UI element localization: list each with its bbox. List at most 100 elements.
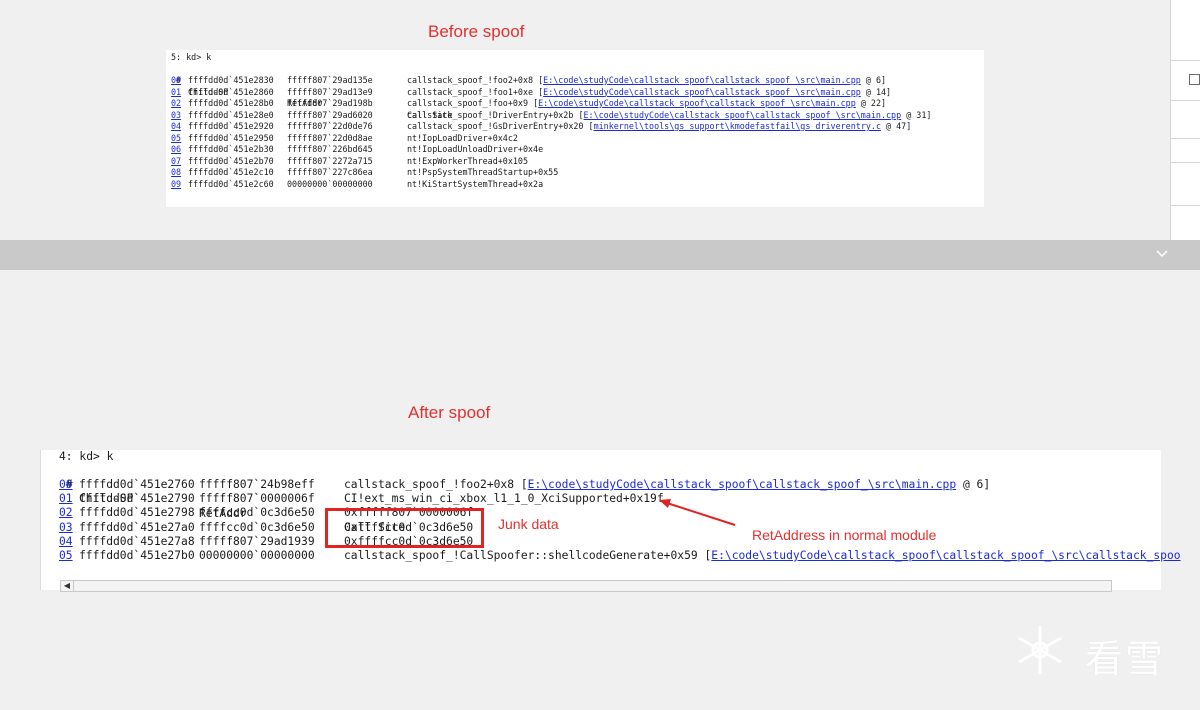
source-file-link[interactable]: E:\code\studyCode\callstack_spoof\callst… xyxy=(538,98,856,108)
child-sp-value: ffffdd0d`451e2c60 xyxy=(188,178,274,189)
source-line-number: @ 6] xyxy=(956,478,991,491)
annotation-arrow xyxy=(659,499,736,526)
call-site-cell: nt!PspSystemThreadStartup+0x55 xyxy=(407,167,558,179)
child-sp-value: ffffdd0d`451e28e0 xyxy=(188,109,274,120)
ret-addr-value: fffff807`24b98eff xyxy=(199,478,315,491)
ret-addr-value: ffffcc0d`0c3d6e50 xyxy=(199,506,315,520)
call-site-cell: callstack_spoof_!CallSpoofer::shellcodeG… xyxy=(344,549,1181,562)
frame-index-link[interactable]: 00 xyxy=(171,75,181,87)
source-line-number: @ 47] xyxy=(880,121,912,131)
ret-addr-value: fffff807`2272a715 xyxy=(287,155,373,166)
frame-index-link[interactable]: 01 xyxy=(59,492,73,506)
call-site-symbol: nt!ExpWorkerThread+0x105 xyxy=(407,155,529,166)
right-pane-strip xyxy=(1170,0,1200,240)
call-site-cell: callstack_spoof_!DriverEntry+0x2b [E:\co… xyxy=(407,109,932,120)
child-sp-value: ffffdd0d`451e2b70 xyxy=(188,155,274,166)
call-site-symbol: callstack_spoof_!CallSpoofer::shellcodeG… xyxy=(344,549,705,562)
junk-data-label: Junk data xyxy=(498,516,559,532)
frame-index-link[interactable]: 03 xyxy=(171,110,181,122)
frame-index-link[interactable]: 08 xyxy=(171,167,181,179)
ret-addr-value: fffff807`0000006f xyxy=(199,492,315,506)
source-line-number: @ 14] xyxy=(860,86,892,97)
source-file-link[interactable]: E:\code\studyCode\callstack_spoof\callst… xyxy=(583,110,901,120)
child-sp-value: ffffdd0d`451e28b0 xyxy=(188,98,274,108)
source-file-link[interactable]: E:\code\studyCode\callstack_spoof\callst… xyxy=(543,75,861,85)
call-site-symbol: CI!ext_ms_win_ci_xbox_l1_1_0_XciSupporte… xyxy=(344,492,664,506)
call-site-symbol: nt!IopLoadUnloadDriver+0x4e xyxy=(407,144,544,154)
child-sp-value: ffffdd0d`451e2798 xyxy=(79,506,195,520)
scroll-left-icon[interactable]: ◀ xyxy=(61,581,74,591)
before-spoof-callstack-panel: 5: kd> k # Child-SP RetAddr Call Site 00… xyxy=(166,50,984,207)
frame-index-link[interactable]: 07 xyxy=(171,156,181,168)
child-sp-value: ffffdd0d`451e2760 xyxy=(79,478,195,491)
source-line-number: @ 6] xyxy=(860,75,887,85)
call-site-cell: callstack_spoof_!foo2+0x8 [E:\code\study… xyxy=(407,75,887,85)
horizontal-scrollbar[interactable]: ◀ xyxy=(60,580,1112,592)
column-headers: # Child-SP RetAddr Call Site xyxy=(41,464,405,534)
child-sp-value: ffffdd0d`451e27a0 xyxy=(79,520,195,534)
frame-index-link[interactable]: 04 xyxy=(59,535,73,549)
frame-index-link[interactable]: 02 xyxy=(59,506,73,520)
call-site-symbol: nt!KiStartSystemThread+0x2a xyxy=(407,178,544,189)
call-site-symbol: nt!PspSystemThreadStartup+0x55 xyxy=(407,167,559,177)
child-sp-value: ffffdd0d`451e2920 xyxy=(188,121,274,131)
call-site-cell: nt!IopLoadDriver+0x4c2 xyxy=(407,133,518,145)
ret-addr-value: fffff807`22d0d8ae xyxy=(287,132,373,143)
source-file-link[interactable]: E:\code\studyCode\callstack_spoof\callst… xyxy=(543,87,861,97)
ret-addr-value: fffff807`29ad135e xyxy=(287,75,373,85)
child-sp-value: ffffdd0d`451e2b30 xyxy=(188,144,274,154)
debugger-prompt: 4: kd> k xyxy=(59,450,114,463)
after-spoof-callstack-panel: 4: kd> k # Child-SP RetAddr Call Site 00… xyxy=(40,450,1181,590)
source-file-link[interactable]: E:\code\studyCode\callstack_spoof\callst… xyxy=(528,478,956,491)
ret-addr-value: fffff807`29ad1939 xyxy=(199,534,315,548)
call-site-cell: callstack_spoof_!foo1+0xe [E:\code\study… xyxy=(407,86,892,97)
child-sp-value: ffffdd0d`451e2950 xyxy=(188,132,274,143)
frame-index-link[interactable]: 00 xyxy=(59,478,73,492)
call-site-cell: nt!ExpWorkerThread+0x105 xyxy=(407,156,528,168)
debugger-prompt: 5: kd> k xyxy=(171,52,212,62)
call-site-cell: CI!ext_ms_win_ci_xbox_l1_1_0_XciSupporte… xyxy=(344,492,664,506)
ret-addr-value: 00000000`00000000 xyxy=(199,549,315,562)
junk-data-highlight-box xyxy=(325,508,484,548)
call-site-symbol: nt!IopLoadDriver+0x4c2 xyxy=(407,132,518,143)
frame-index-link[interactable]: 05 xyxy=(59,549,73,563)
call-site-cell: callstack_spoof_!GsDriverEntry+0x20 [min… xyxy=(407,121,912,131)
chevron-down-icon[interactable] xyxy=(1154,246,1170,262)
child-sp-value: ffffdd0d`451e2c10 xyxy=(188,167,274,177)
source-line-number: @ 31] xyxy=(901,109,932,120)
checkbox[interactable] xyxy=(1189,74,1200,85)
child-sp-value: ffffdd0d`451e2830 xyxy=(188,75,274,85)
call-site-cell: callstack_spoof_!foo+0x9 [E:\code\studyC… xyxy=(407,98,887,108)
source-line-number: @ 22] xyxy=(855,98,887,108)
ret-addr-value: fffff807`22d0de76 xyxy=(287,121,373,131)
source-file-link[interactable]: minkernel\tools\gs_support\kmodefastfail… xyxy=(594,121,881,131)
ret-addr-value: fffff807`29ad6020 xyxy=(287,109,373,120)
column-headers: # Child-SP RetAddr Call Site xyxy=(166,64,452,120)
frame-index-link[interactable]: 09 xyxy=(171,179,181,191)
after-spoof-title: After spoof xyxy=(408,403,491,422)
before-spoof-title: Before spoof xyxy=(428,22,525,41)
frame-index-link[interactable]: 05 xyxy=(171,133,181,145)
child-sp-value: ffffdd0d`451e27a8 xyxy=(79,534,195,548)
frame-index-link[interactable]: 06 xyxy=(171,144,181,156)
child-sp-value: ffffdd0d`451e2790 xyxy=(79,492,195,506)
call-site-symbol: callstack_spoof_!foo+0x9 xyxy=(407,98,534,108)
frame-index-link[interactable]: 03 xyxy=(59,521,73,535)
ret-addr-value: fffff807`227c86ea xyxy=(287,167,373,177)
ret-addr-value: fffff807`29ad198b xyxy=(287,98,373,108)
ret-addr-value: ffffcc0d`0c3d6e50 xyxy=(199,520,315,534)
call-site-cell: nt!KiStartSystemThread+0x2a xyxy=(407,179,543,191)
watermark-text: 看雪 xyxy=(1085,637,1166,681)
call-site-symbol: callstack_spoof_!DriverEntry+0x2b xyxy=(407,109,579,120)
source-file-link[interactable]: E:\code\studyCode\callstack_spoof\callst… xyxy=(711,549,1180,562)
child-sp-value: ffffdd0d`451e27b0 xyxy=(79,549,195,562)
ret-addr-value: 00000000`00000000 xyxy=(287,178,373,189)
frame-index-link[interactable]: 01 xyxy=(171,87,181,99)
call-site-symbol: callstack_spoof_!foo2+0x8 xyxy=(344,478,521,491)
frame-index-link[interactable]: 02 xyxy=(171,98,181,110)
child-sp-value: ffffdd0d`451e2860 xyxy=(188,86,274,97)
frame-index-link[interactable]: 04 xyxy=(171,121,181,133)
call-site-symbol: callstack_spoof_!GsDriverEntry+0x20 xyxy=(407,121,589,131)
retaddress-note-label: RetAddress in normal module xyxy=(752,527,937,543)
ret-addr-value: fffff807`29ad13e9 xyxy=(287,86,373,97)
